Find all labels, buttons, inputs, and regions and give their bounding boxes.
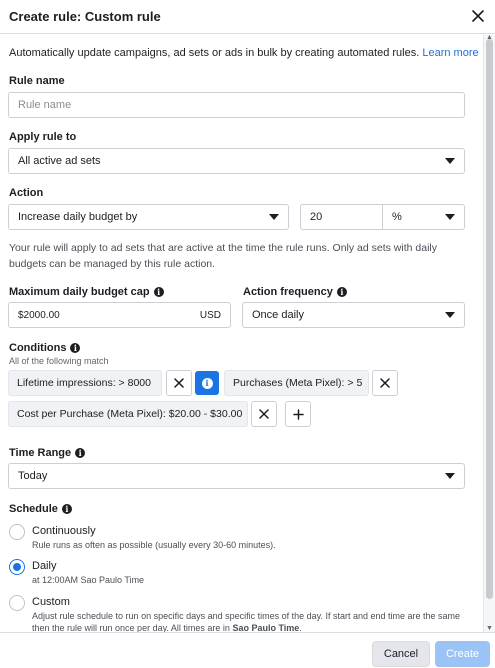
schedule-custom-desc: Adjust rule schedule to run on specific … bbox=[32, 610, 482, 632]
action-hint: Your rule will apply to ad sets that are… bbox=[9, 240, 474, 272]
cancel-button[interactable]: Cancel bbox=[372, 641, 430, 667]
schedule-label: Schedule i bbox=[9, 503, 72, 515]
condition-chip[interactable]: Purchases (Meta Pixel): > 5 bbox=[224, 370, 369, 396]
dialog-body: Automatically update campaigns, ad sets … bbox=[0, 35, 483, 632]
remove-condition-button[interactable] bbox=[166, 370, 192, 396]
close-icon bbox=[259, 409, 269, 419]
action-amount-input[interactable]: 20 bbox=[300, 204, 383, 230]
chevron-down-icon bbox=[269, 214, 279, 220]
schedule-custom-radio[interactable] bbox=[9, 595, 25, 611]
time-range-label-text: Time Range bbox=[9, 447, 72, 459]
max-budget-cap-value: $2000.00 bbox=[18, 309, 60, 321]
conditions-sublabel: All of the following match bbox=[9, 356, 109, 366]
apply-rule-to-label: Apply rule to bbox=[9, 131, 76, 143]
schedule-continuously-desc: Rule runs as often as possible (usually … bbox=[32, 540, 276, 550]
max-budget-cap-label: Maximum daily budget cap i bbox=[9, 286, 164, 298]
schedule-custom-desc-text: then the rule will run once per day. All… bbox=[32, 623, 233, 632]
condition-value: 5 bbox=[356, 377, 363, 389]
schedule-custom-desc-line-2: then the rule will run once per day. All… bbox=[32, 622, 482, 632]
action-hint-line-1: Your rule will apply to ad sets that are… bbox=[9, 242, 437, 254]
conditions-label: Conditions i bbox=[9, 342, 81, 354]
rule-name-input[interactable]: Rule name bbox=[8, 92, 465, 118]
info-icon[interactable]: i bbox=[75, 448, 86, 458]
time-range-label: Time Range i bbox=[9, 447, 86, 459]
add-condition-button[interactable] bbox=[285, 401, 311, 427]
condition-name: Cost per Purchase (Meta Pixel): bbox=[17, 408, 166, 420]
action-frequency-label: Action frequency i bbox=[243, 286, 347, 298]
info-icon[interactable]: i bbox=[336, 287, 347, 297]
condition-name: Lifetime impressions: bbox=[17, 377, 116, 389]
time-range-value: Today bbox=[18, 470, 48, 482]
rule-name-label-text: Rule name bbox=[9, 75, 65, 87]
max-budget-cap-label-text: Maximum daily budget cap bbox=[9, 286, 150, 298]
scrollbar-thumb[interactable] bbox=[486, 39, 493, 599]
action-unit-value: % bbox=[392, 211, 402, 223]
action-select[interactable]: Increase daily budget by bbox=[8, 204, 289, 230]
rule-name-placeholder: Rule name bbox=[18, 99, 72, 111]
info-icon[interactable]: i bbox=[61, 504, 72, 514]
condition-name: Purchases (Meta Pixel): bbox=[233, 377, 345, 389]
action-value: Increase daily budget by bbox=[18, 211, 138, 223]
schedule-daily-desc: at 12:00AM Sao Paulo Time bbox=[32, 575, 145, 585]
chevron-down-icon bbox=[445, 214, 455, 220]
action-label-text: Action bbox=[9, 187, 44, 199]
rule-name-label: Rule name bbox=[9, 75, 65, 87]
condition-operator: > bbox=[118, 377, 125, 389]
currency-suffix: USD bbox=[199, 309, 221, 321]
close-icon bbox=[380, 378, 390, 388]
conditions-label-text: Conditions bbox=[9, 342, 67, 354]
time-range-select[interactable]: Today bbox=[8, 463, 465, 489]
action-frequency-select[interactable]: Once daily bbox=[242, 302, 465, 328]
schedule-continuously-radio[interactable] bbox=[9, 524, 25, 540]
condition-value: 8000 bbox=[127, 377, 151, 389]
schedule-custom-label[interactable]: Custom bbox=[32, 596, 70, 608]
remove-condition-button[interactable] bbox=[372, 370, 398, 396]
learn-more-link[interactable]: Learn more bbox=[422, 47, 478, 59]
condition-chip[interactable]: Cost per Purchase (Meta Pixel): $20.00 -… bbox=[8, 401, 248, 427]
condition-operator: > bbox=[347, 377, 354, 389]
apply-rule-to-value: All active ad sets bbox=[18, 155, 101, 167]
scrollbar[interactable]: ▲ ▼ bbox=[483, 34, 495, 632]
schedule-custom-desc-end: . bbox=[299, 623, 302, 632]
close-icon[interactable] bbox=[469, 7, 487, 25]
action-hint-line-2: budgets can be managed by this rule acti… bbox=[9, 258, 216, 270]
schedule-daily-radio[interactable] bbox=[9, 559, 25, 575]
create-button[interactable]: Create bbox=[435, 641, 490, 667]
dialog-footer: Cancel Create bbox=[0, 632, 495, 668]
schedule-continuously-label[interactable]: Continuously bbox=[32, 525, 96, 537]
action-frequency-value: Once daily bbox=[252, 309, 304, 321]
chevron-down-icon bbox=[445, 312, 455, 318]
apply-rule-to-label-text: Apply rule to bbox=[9, 131, 77, 143]
schedule-daily-label[interactable]: Daily bbox=[32, 560, 56, 572]
schedule-label-text: Schedule bbox=[9, 503, 58, 515]
action-amount-value: 20 bbox=[310, 211, 323, 223]
condition-value: $20.00 - $30.00 bbox=[168, 408, 243, 420]
condition-chip[interactable]: Lifetime impressions: > 8000 bbox=[8, 370, 162, 396]
dialog-title: Create rule: Custom rule bbox=[9, 9, 161, 24]
info-icon: i bbox=[201, 377, 213, 389]
chevron-down-icon bbox=[445, 473, 455, 479]
scroll-down-icon[interactable]: ▼ bbox=[486, 625, 493, 632]
close-icon bbox=[174, 378, 184, 388]
info-icon[interactable]: i bbox=[153, 287, 164, 297]
action-frequency-label-text: Action frequency bbox=[243, 286, 333, 298]
timezone-name: Sao Paulo Time bbox=[232, 623, 300, 632]
apply-rule-to-select[interactable]: All active ad sets bbox=[8, 148, 465, 174]
intro-text: Automatically update campaigns, ad sets … bbox=[9, 47, 479, 59]
plus-icon bbox=[292, 408, 304, 420]
action-unit-select[interactable]: % bbox=[382, 204, 465, 230]
chevron-down-icon bbox=[445, 158, 455, 164]
info-icon[interactable]: i bbox=[70, 343, 81, 353]
condition-info-button[interactable]: i bbox=[195, 371, 219, 395]
schedule-custom-desc-line-1: Adjust rule schedule to run on specific … bbox=[32, 611, 461, 621]
dialog-header: Create rule: Custom rule bbox=[0, 0, 495, 34]
action-label: Action bbox=[9, 187, 43, 199]
intro-description: Automatically update campaigns, ad sets … bbox=[9, 47, 420, 59]
max-budget-cap-input[interactable]: $2000.00 USD bbox=[8, 302, 231, 328]
remove-condition-button[interactable] bbox=[251, 401, 277, 427]
